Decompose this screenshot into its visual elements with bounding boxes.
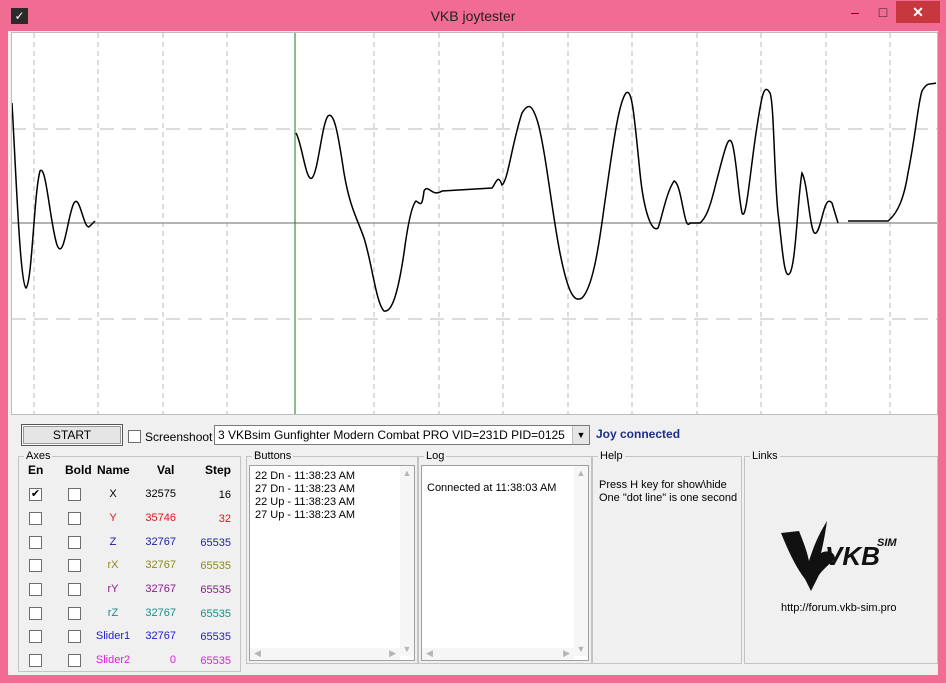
links-group: Links VKB SIM http://forum.vkb-sim.pro: [744, 450, 938, 664]
buttons-group-title: Buttons: [252, 450, 294, 462]
scroll-up-icon[interactable]: ▲: [400, 468, 414, 478]
header-name: Name: [97, 463, 130, 477]
axis-step: 32: [218, 513, 231, 525]
buttons-log-entry: 22 Dn - 11:38:23 AM: [255, 470, 356, 482]
axis-step: 65535: [200, 608, 231, 620]
joy-status-label: Joy connected: [596, 427, 681, 441]
device-select-value: 3 VKBsim Gunfighter Modern Combat PRO VI…: [218, 428, 565, 442]
buttons-log-entry: 27 Up - 11:38:23 AM: [255, 509, 356, 521]
scroll-left-icon[interactable]: ◀: [254, 648, 261, 659]
horizontal-scrollbar[interactable]: ◀ ▶: [422, 648, 574, 660]
axis-enable-checkbox[interactable]: [29, 583, 42, 596]
scroll-up-icon[interactable]: ▲: [574, 468, 588, 478]
axis-bold-checkbox[interactable]: [68, 488, 81, 501]
header-val: Val: [157, 463, 175, 477]
chevron-down-icon[interactable]: ▼: [572, 426, 589, 444]
axis-enable-checkbox[interactable]: ✔: [29, 488, 42, 501]
title-bar: ✓ VKB joytester – □ ✕: [0, 0, 946, 31]
axis-bold-checkbox[interactable]: [68, 607, 81, 620]
logo-text: VKB: [825, 541, 880, 571]
help-line: Press H key for show\hide: [599, 479, 727, 491]
log-list[interactable]: Connected at 11:38:03 AM ▲ ▼ ◀ ▶: [421, 465, 589, 661]
axis-enable-checkbox[interactable]: [29, 654, 42, 667]
axis-graph: [11, 32, 938, 415]
log-group: Log Connected at 11:38:03 AM ▲ ▼ ◀ ▶: [418, 450, 592, 664]
axis-value: 32767: [145, 630, 176, 642]
axis-step: 65535: [200, 584, 231, 596]
buttons-log-entry: 22 Up - 11:38:23 AM: [255, 496, 356, 508]
axis-step: 65535: [200, 537, 231, 549]
log-group-title: Log: [424, 450, 447, 462]
axis-enable-checkbox[interactable]: [29, 536, 42, 549]
client-area: START Screenshoot 3 VKBsim Gunfighter Mo…: [8, 31, 938, 675]
links-group-title: Links: [750, 450, 780, 462]
vertical-scrollbar[interactable]: ▲ ▼: [574, 466, 588, 656]
axis-bold-checkbox[interactable]: [68, 583, 81, 596]
axis-value: 32767: [145, 536, 176, 548]
scroll-down-icon[interactable]: ▼: [400, 644, 414, 654]
scroll-right-icon[interactable]: ▶: [563, 648, 570, 659]
axis-value: 32575: [145, 488, 176, 500]
scroll-right-icon[interactable]: ▶: [389, 648, 396, 659]
axis-enable-checkbox[interactable]: [29, 512, 42, 525]
buttons-group: Buttons 22 Dn - 11:38:23 AM 27 Dn - 11:38…: [246, 450, 418, 664]
window-title: VKB joytester: [430, 8, 516, 24]
buttons-list[interactable]: 22 Dn - 11:38:23 AM 27 Dn - 11:38:23 AM 22…: [249, 465, 415, 661]
axis-step: 16: [218, 489, 231, 501]
axis-value: 32767: [145, 559, 176, 571]
minimize-button[interactable]: –: [840, 1, 870, 23]
screenshoot-label: Screenshoot: [145, 430, 213, 444]
axis-step: 65535: [200, 655, 231, 667]
axis-step: 65535: [200, 631, 231, 643]
axis-enable-checkbox[interactable]: [29, 607, 42, 620]
axis-enable-checkbox[interactable]: [29, 630, 42, 643]
axis-value: 0: [169, 654, 176, 666]
help-line: One "dot line" is one second: [599, 492, 738, 504]
axes-group: Axes En Bold Name Val Step ✔ X 32575 16 Y 357…: [18, 450, 241, 672]
help-group: Help Press H key for show\hide One "dot …: [592, 450, 742, 664]
axis-bold-checkbox[interactable]: [68, 559, 81, 572]
help-group-title: Help: [598, 450, 625, 462]
start-button[interactable]: START: [21, 424, 123, 446]
axis-bold-checkbox[interactable]: [68, 630, 81, 643]
header-en: En: [28, 463, 44, 477]
axis-value: 35746: [145, 512, 176, 524]
scroll-left-icon[interactable]: ◀: [426, 648, 433, 659]
header-bold: Bold: [65, 463, 92, 477]
close-button[interactable]: ✕: [896, 1, 940, 23]
axis-bold-checkbox[interactable]: [68, 536, 81, 549]
axis-bold-checkbox[interactable]: [68, 654, 81, 667]
axes-group-title: Axes: [24, 450, 53, 462]
maximize-button[interactable]: □: [870, 1, 896, 23]
device-select[interactable]: 3 VKBsim Gunfighter Modern Combat PRO VI…: [214, 425, 590, 445]
axis-enable-checkbox[interactable]: [29, 559, 42, 572]
header-step: Step: [205, 463, 232, 477]
axis-step: 65535: [200, 560, 231, 572]
vertical-scrollbar[interactable]: ▲ ▼: [400, 466, 414, 656]
scroll-down-icon[interactable]: ▼: [574, 644, 588, 654]
axis-bold-checkbox[interactable]: [68, 512, 81, 525]
axis-value: 32767: [145, 607, 176, 619]
screenshoot-checkbox[interactable]: [128, 430, 141, 443]
logo-sup-text: SIM: [877, 537, 897, 549]
vkb-sim-logo: VKB SIM: [779, 519, 909, 596]
forum-link[interactable]: http://forum.vkb-sim.pro: [781, 602, 897, 614]
log-entry: Connected at 11:38:03 AM: [427, 482, 557, 494]
buttons-log-entry: 27 Dn - 11:38:23 AM: [255, 483, 356, 495]
horizontal-scrollbar[interactable]: ◀ ▶: [250, 648, 400, 660]
axis-value: 32767: [145, 583, 176, 595]
